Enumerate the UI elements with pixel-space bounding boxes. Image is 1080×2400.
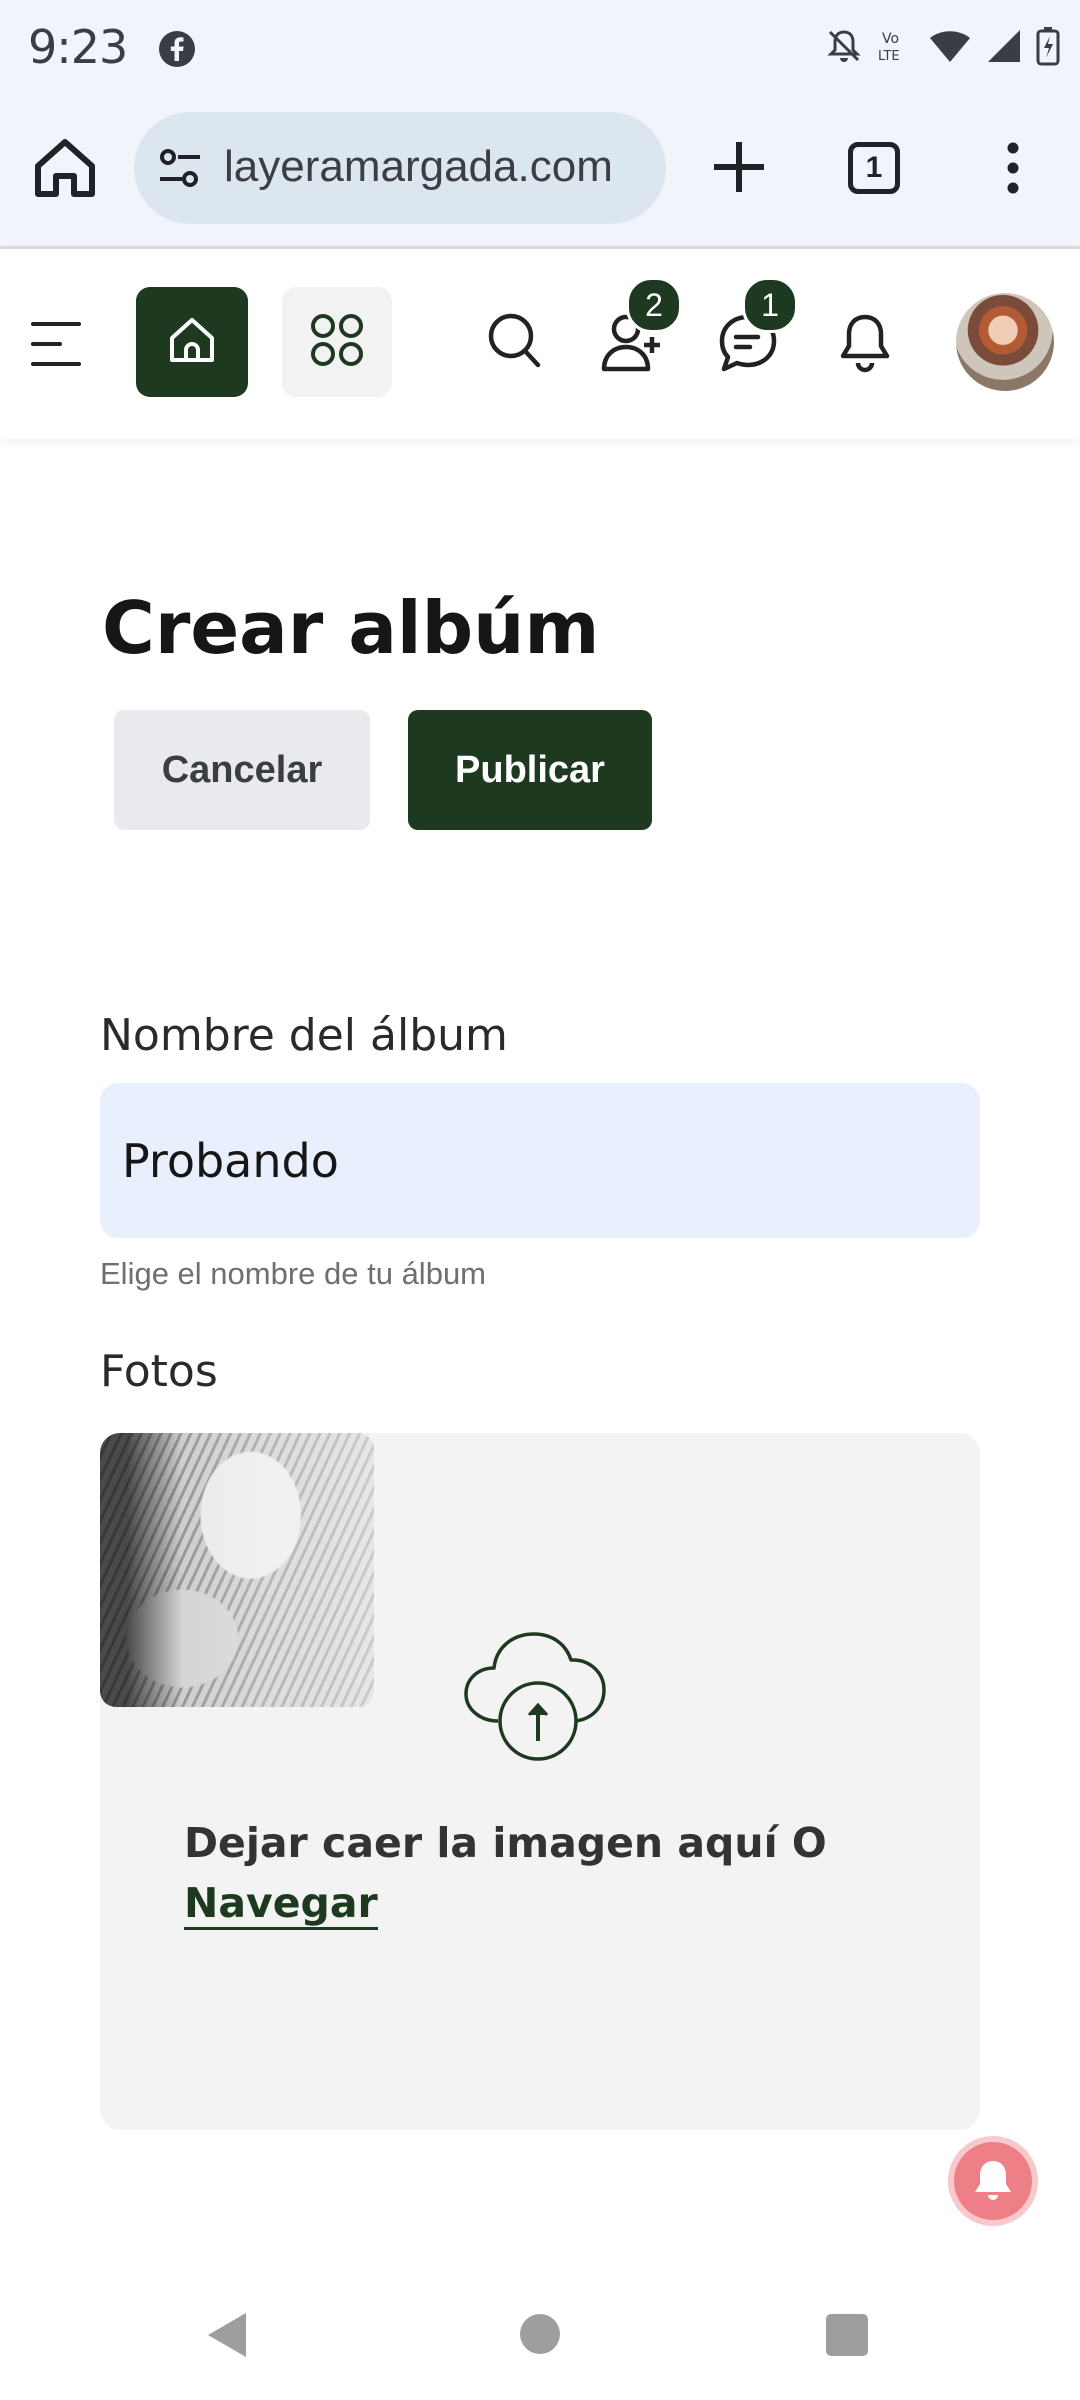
dropzone-instructions: Dejar caer la imagen aquí O Navegar bbox=[184, 1813, 904, 1933]
volte-icon: Vo LTE bbox=[876, 26, 916, 71]
tab-count: 1 bbox=[865, 151, 883, 184]
messages-count: 1 bbox=[761, 286, 779, 323]
mute-icon bbox=[824, 26, 864, 71]
messages-badge: 1 bbox=[742, 277, 798, 333]
home-button[interactable] bbox=[136, 287, 248, 397]
new-tab-button[interactable] bbox=[708, 136, 770, 203]
url-text: layeramargada.com bbox=[224, 142, 613, 191]
battery-charging-icon bbox=[1036, 26, 1060, 71]
photos-label: Fotos bbox=[100, 1346, 218, 1397]
signal-icon bbox=[984, 26, 1024, 71]
notifications-bell-icon[interactable] bbox=[836, 311, 894, 380]
back-icon[interactable] bbox=[204, 2310, 250, 2365]
friend-requests-badge: 2 bbox=[626, 277, 682, 333]
address-bar[interactable]: layeramargada.com bbox=[134, 112, 666, 224]
dropzone-text: Dejar caer la imagen aquí O bbox=[184, 1819, 827, 1867]
apps-button[interactable] bbox=[282, 287, 392, 397]
bell-icon bbox=[970, 2156, 1016, 2207]
grid-icon bbox=[309, 312, 365, 373]
tab-switcher-button[interactable]: 1 bbox=[848, 142, 900, 194]
facebook-icon bbox=[158, 30, 196, 73]
browser-menu-icon[interactable] bbox=[1000, 140, 1026, 201]
recents-icon[interactable] bbox=[826, 2314, 868, 2356]
wifi-icon bbox=[928, 26, 972, 71]
cancel-button[interactable]: Cancelar bbox=[114, 710, 370, 830]
notification-bell-fab[interactable] bbox=[948, 2136, 1038, 2226]
site-header: 2 1 bbox=[0, 249, 1080, 439]
browser-home-button[interactable] bbox=[32, 136, 98, 205]
status-bar: 9:23 Vo LTE bbox=[0, 0, 1080, 100]
browser-toolbar: layeramargada.com 1 bbox=[0, 100, 1080, 249]
album-name-help-text: Elige el nombre de tu álbum bbox=[100, 1256, 487, 1291]
site-settings-icon[interactable] bbox=[156, 144, 204, 197]
photo-thumbnail[interactable] bbox=[100, 1433, 374, 1707]
search-icon[interactable] bbox=[486, 311, 542, 376]
status-time: 9:23 bbox=[28, 20, 128, 74]
browse-link[interactable]: Navegar bbox=[184, 1879, 378, 1930]
svg-text:LTE: LTE bbox=[878, 49, 900, 64]
cloud-upload-icon bbox=[458, 1625, 618, 1770]
album-name-input[interactable]: Probando bbox=[100, 1083, 980, 1238]
album-name-value: Probando bbox=[122, 1133, 339, 1188]
publish-button[interactable]: Publicar bbox=[408, 710, 652, 830]
system-nav-bar bbox=[0, 2240, 1080, 2400]
friend-requests-count: 2 bbox=[645, 286, 663, 323]
svg-text:Vo: Vo bbox=[882, 31, 899, 47]
photo-dropzone[interactable]: Dejar caer la imagen aquí O Navegar bbox=[100, 1433, 980, 2130]
album-name-label: Nombre del álbum bbox=[100, 1010, 508, 1061]
menu-icon[interactable] bbox=[30, 319, 82, 374]
page-title: Crear albúm bbox=[102, 586, 600, 670]
home-nav-icon[interactable] bbox=[520, 2314, 560, 2354]
home-icon bbox=[166, 314, 218, 371]
user-avatar[interactable] bbox=[956, 293, 1054, 391]
